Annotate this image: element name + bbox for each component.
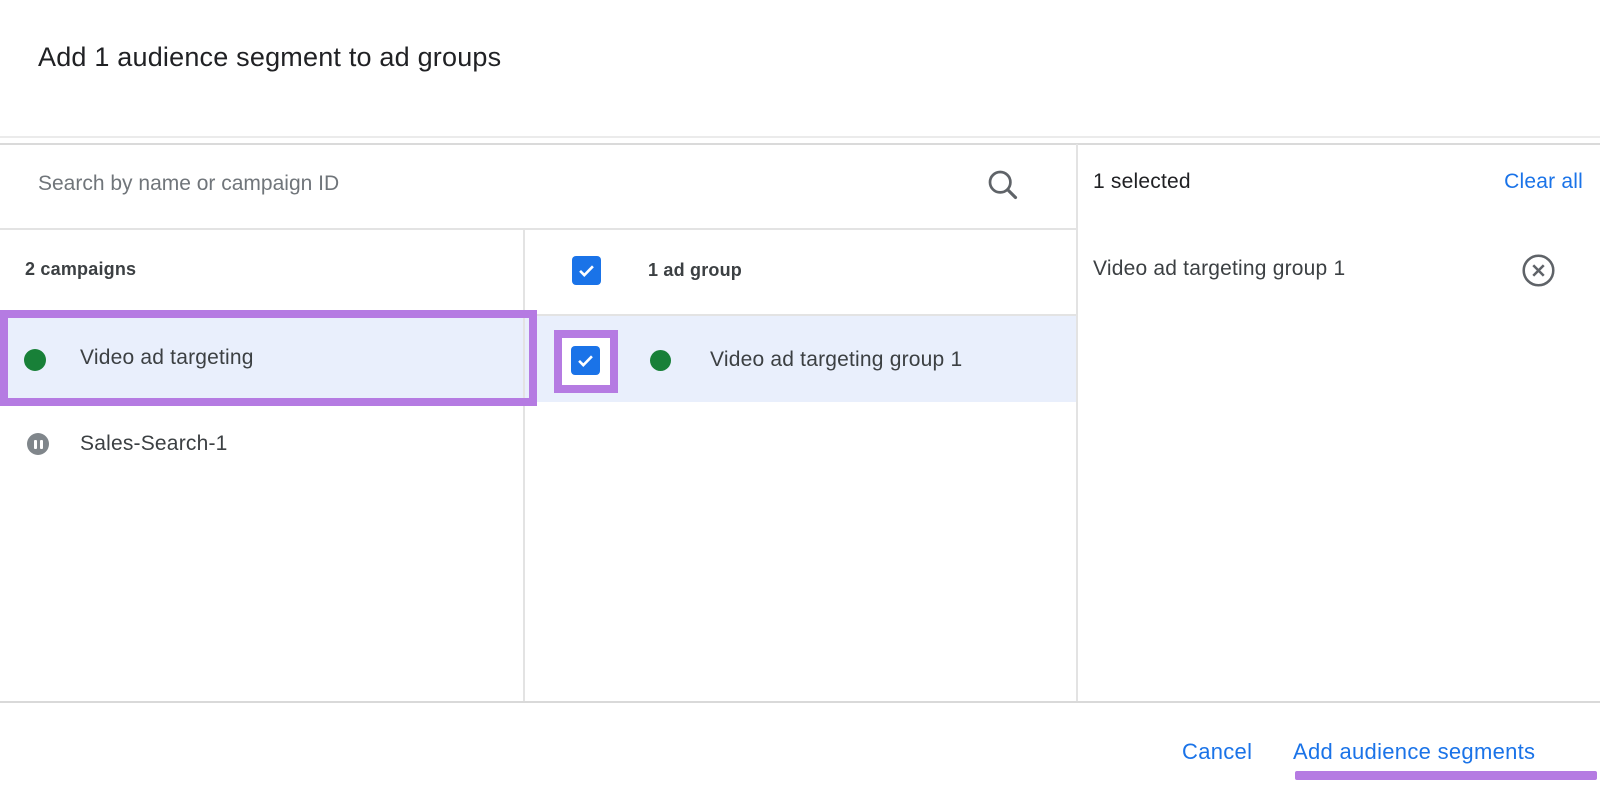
search-row-divider	[0, 228, 1076, 230]
content-bottom-divider	[0, 701, 1600, 703]
campaign-name[interactable]: Sales-Search-1	[80, 432, 228, 456]
enabled-status-icon	[650, 350, 671, 371]
checkmark-icon	[575, 259, 598, 282]
adgroups-count-header: 1 ad group	[648, 260, 742, 281]
clear-all-button[interactable]: Clear all	[1504, 170, 1583, 194]
remove-selected-item-icon[interactable]	[1521, 253, 1556, 288]
cancel-button[interactable]: Cancel	[1182, 739, 1252, 765]
adgroup-checkbox[interactable]	[571, 346, 600, 375]
search-input[interactable]	[38, 158, 938, 210]
annotation-underline-submit	[1295, 771, 1597, 780]
header-divider-light	[0, 136, 1600, 138]
adgroups-header-divider	[525, 314, 1076, 316]
campaign-row-video-ad-targeting[interactable]	[0, 311, 524, 401]
paused-status-icon	[27, 433, 49, 455]
search-icon[interactable]	[984, 166, 1020, 202]
add-audience-dialog: Add 1 audience segment to ad groups 2 ca…	[0, 0, 1600, 803]
campaigns-count-header: 2 campaigns	[25, 259, 136, 280]
selection-panel-divider	[1076, 144, 1078, 702]
dialog-title: Add 1 audience segment to ad groups	[38, 42, 501, 73]
select-all-adgroups-checkbox[interactable]	[572, 256, 601, 285]
checkmark-icon	[574, 349, 597, 372]
enabled-status-icon	[24, 349, 46, 371]
add-audience-segments-button[interactable]: Add audience segments	[1293, 739, 1535, 765]
campaign-name[interactable]: Video ad targeting	[80, 346, 254, 370]
selected-count-label: 1 selected	[1093, 170, 1191, 194]
adgroup-name[interactable]: Video ad targeting group 1	[710, 348, 962, 372]
selected-item-label: Video ad targeting group 1	[1093, 257, 1345, 281]
campaigns-adgroups-divider	[523, 229, 525, 702]
header-divider	[0, 143, 1600, 145]
